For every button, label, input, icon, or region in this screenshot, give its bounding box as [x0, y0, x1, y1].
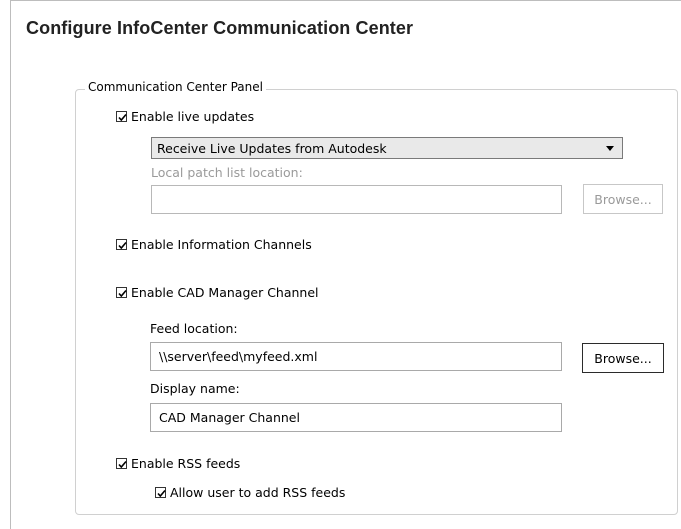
- enable-live-updates-label: Enable live updates: [131, 109, 255, 124]
- allow-user-rss-label: Allow user to add RSS feeds: [170, 485, 346, 500]
- patch-list-input[interactable]: [151, 185, 562, 214]
- enable-information-channels-checkbox[interactable]: [116, 239, 127, 250]
- enable-live-updates-option[interactable]: Enable live updates: [116, 109, 254, 124]
- enable-live-updates-checkbox[interactable]: [116, 111, 127, 122]
- enable-rss-feeds-option[interactable]: Enable RSS feeds: [116, 456, 240, 471]
- enable-information-channels-option[interactable]: Enable Information Channels: [116, 237, 312, 252]
- checkmark-icon: [118, 113, 127, 122]
- enable-cad-manager-checkbox[interactable]: [116, 287, 127, 298]
- checkmark-icon: [118, 241, 127, 250]
- page-title: Configure InfoCenter Communication Cente…: [26, 18, 414, 38]
- checkmark-icon: [118, 460, 127, 469]
- display-name-label: Display name:: [150, 381, 240, 396]
- enable-rss-feeds-checkbox[interactable]: [116, 458, 127, 469]
- patch-list-label: Local patch list location:: [151, 165, 303, 180]
- display-name-input[interactable]: [150, 403, 562, 432]
- group-legend: Communication Center Panel: [85, 80, 266, 94]
- feed-location-label: Feed location:: [150, 321, 238, 336]
- live-updates-source-select[interactable]: Receive Live Updates from Autodesk: [151, 137, 623, 159]
- feed-location-browse-button[interactable]: Browse...: [582, 343, 664, 373]
- live-updates-source-value: Receive Live Updates from Autodesk: [157, 140, 387, 156]
- checkmark-icon: [118, 289, 127, 298]
- enable-information-channels-label: Enable Information Channels: [131, 237, 312, 252]
- enable-cad-manager-option[interactable]: Enable CAD Manager Channel: [116, 285, 319, 300]
- feed-location-input[interactable]: [150, 342, 562, 371]
- chevron-down-icon[interactable]: [606, 146, 614, 151]
- allow-user-rss-checkbox[interactable]: [155, 487, 166, 498]
- enable-rss-feeds-label: Enable RSS feeds: [131, 456, 241, 471]
- checkmark-icon: [157, 489, 166, 498]
- enable-cad-manager-label: Enable CAD Manager Channel: [131, 285, 319, 300]
- patch-list-browse-button[interactable]: Browse...: [583, 184, 663, 214]
- allow-user-rss-option[interactable]: Allow user to add RSS feeds: [155, 485, 345, 500]
